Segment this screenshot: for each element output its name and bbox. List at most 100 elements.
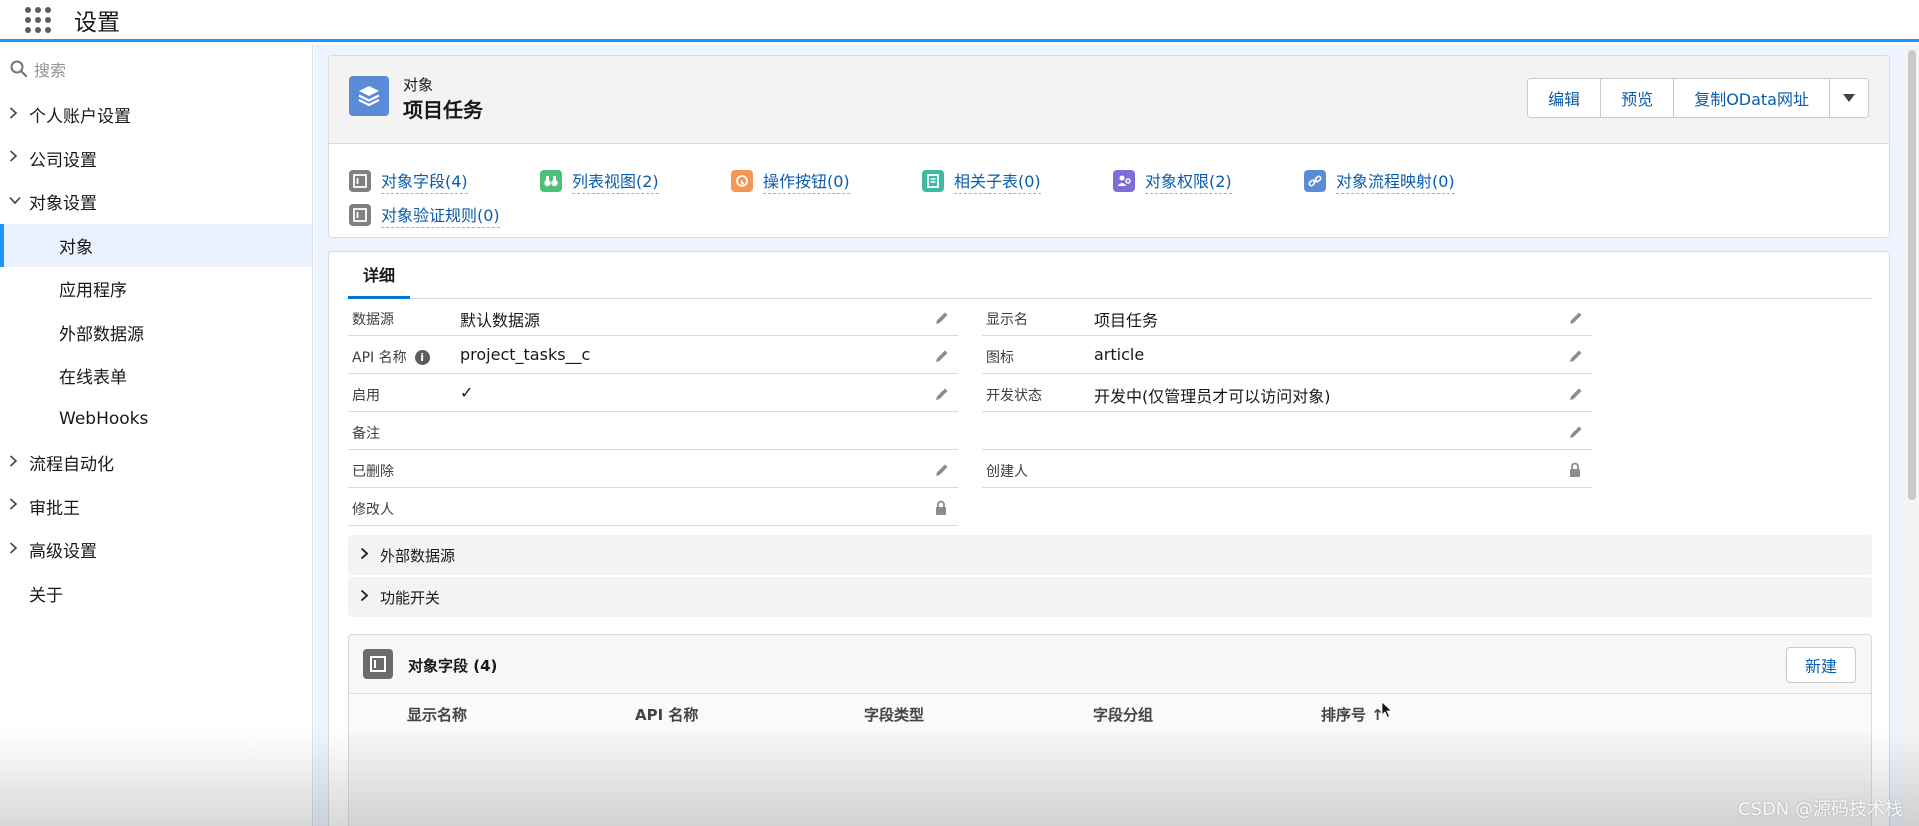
page-title: 项目任务 (403, 98, 483, 122)
field-label: 开发状态 (986, 385, 1042, 405)
sidebar-item-label: 流程自动化 (29, 455, 114, 476)
sidebar-item-label: 对象设置 (29, 194, 97, 215)
related-link[interactable]: 对象字段(4) (349, 168, 468, 194)
related-link[interactable]: 对象验证规则(0) (349, 202, 500, 228)
preview-button[interactable]: 预览 (1601, 79, 1675, 117)
info-icon[interactable]: i (414, 349, 430, 365)
sidebar-item[interactable]: 对象 (0, 223, 312, 267)
field-label: 图标 (986, 347, 1014, 367)
related-link-label: 相关子表(0) (954, 168, 1041, 194)
field-label: 已删除 (352, 461, 394, 481)
chevron-right-icon[interactable] (0, 107, 29, 123)
related-link-label: 对象字段(4) (381, 168, 468, 194)
new-button[interactable]: 新建 (1785, 647, 1856, 683)
field-label-text: 显示名 (986, 312, 1028, 328)
field-value: 默认数据源 (460, 311, 541, 330)
app-title: 设置 (74, 9, 120, 36)
copy-odata-url-button[interactable]: 复制OData网址 (1674, 79, 1830, 117)
field-label: 修改人 (352, 499, 394, 519)
section-feature-switch[interactable]: 功能开关 (348, 577, 1872, 617)
sidebar-item[interactable]: 审批王 (0, 485, 312, 529)
pencil-icon[interactable] (1568, 386, 1584, 402)
more-actions-button[interactable] (1830, 79, 1868, 117)
related-link[interactable]: 列表视图(2) (540, 168, 659, 194)
chevron-right-icon[interactable] (0, 455, 29, 471)
related-link[interactable]: 对象权限(2) (1113, 168, 1232, 194)
pencil-icon[interactable] (1568, 348, 1584, 364)
related-link[interactable]: 对象流程映射(0) (1304, 168, 1455, 194)
sidebar-item[interactable]: 关于 (0, 572, 312, 616)
pencil-icon[interactable] (934, 348, 950, 364)
sidebar-item[interactable]: 公司设置 (0, 137, 312, 181)
watermark: CSDN @源码技术栈 (1737, 799, 1903, 820)
chevron-right-icon[interactable] (0, 498, 29, 514)
related-link[interactable]: 操作按钮(0) (731, 168, 850, 194)
link-icon (1304, 170, 1326, 192)
sidebar-item[interactable]: 流程自动化 (0, 441, 312, 485)
edit-button[interactable]: 编辑 (1528, 79, 1602, 117)
pencil-icon[interactable] (1568, 310, 1584, 326)
column-header[interactable]: API 名称 (635, 704, 698, 725)
field-label-text: 创建人 (986, 464, 1028, 480)
detail-field (982, 412, 1592, 450)
app-launcher-icon[interactable] (25, 6, 53, 34)
chevron-down-icon[interactable] (0, 194, 29, 209)
section-external-datasource[interactable]: 外部数据源 (348, 535, 1872, 575)
scrollbar-thumb[interactable] (1908, 50, 1916, 500)
related-link-label: 对象权限(2) (1145, 168, 1232, 194)
related-link-label: 对象流程映射(0) (1336, 168, 1455, 194)
column-header[interactable]: 字段类型 (864, 704, 924, 725)
sidebar-item-label: 关于 (29, 585, 63, 606)
detail-field: API 名称 i project_tasks__c (348, 336, 958, 374)
pencil-icon[interactable] (1568, 424, 1584, 440)
sidebar-item-label: 公司设置 (29, 150, 97, 171)
field-label: 数据源 (352, 309, 394, 329)
search-placeholder: 搜索 (34, 61, 67, 80)
sidebar-item[interactable]: WebHooks (0, 398, 312, 442)
sidebar-item-label: 对象 (59, 237, 93, 258)
pencil-icon[interactable] (934, 462, 950, 478)
field-label-text: 开发状态 (986, 388, 1042, 404)
sidebar-item[interactable]: 外部数据源 (0, 311, 312, 355)
lock-icon (934, 500, 950, 516)
chevron-right-icon (348, 588, 380, 606)
chevron-right-icon[interactable] (0, 150, 29, 166)
sidebar-item[interactable]: 在线表单 (0, 354, 312, 398)
sidebar-item[interactable]: 个人账户设置 (0, 93, 312, 137)
field-label-text: 启用 (352, 388, 380, 404)
column-header[interactable]: 显示名称 (407, 704, 467, 725)
chevron-right-icon (348, 546, 380, 564)
sidebar-item[interactable]: 高级设置 (0, 528, 312, 572)
chevron-right-icon[interactable] (0, 542, 29, 558)
lock-icon (1568, 462, 1584, 478)
field-label-text: 已删除 (352, 464, 394, 480)
sidebar-search[interactable]: 搜索 (0, 45, 312, 93)
validation-rule-icon (349, 204, 371, 226)
field-label: 备注 (352, 423, 380, 443)
sidebar-item-label: 应用程序 (59, 281, 127, 302)
pencil-icon[interactable] (934, 310, 950, 326)
binoculars-icon (540, 170, 562, 192)
related-link-label: 列表视图(2) (572, 168, 659, 194)
sidebar-item[interactable]: 应用程序 (0, 267, 312, 311)
related-link[interactable]: 相关子表(0) (922, 168, 1041, 194)
tab-detail[interactable]: 详细 (348, 252, 410, 299)
field-icon (363, 649, 393, 679)
field-label: API 名称 i (352, 347, 430, 367)
sidebar-item-label: 个人账户设置 (29, 107, 131, 128)
related-link-label: 操作按钮(0) (763, 168, 850, 194)
sidebar-item-label: 外部数据源 (59, 324, 144, 345)
scrollbar[interactable] (1905, 45, 1919, 826)
sidebar-item[interactable]: 对象设置 (0, 180, 312, 224)
section-label: 功能开关 (380, 588, 441, 607)
header-actions: 编辑 预览 复制OData网址 (1527, 78, 1869, 118)
sidebar: 搜索 个人账户设置 公司设置对象设置对象应用程序外部数据源在线表单 WebHooks… (0, 45, 313, 826)
main-content: 对象 项目任务 编辑 预览 复制OData网址 对象字段(4) 列表视图(2) 操作… (314, 45, 1905, 826)
object-type-label: 对象 (403, 76, 434, 94)
field-label-text: API 名称 (352, 350, 407, 366)
pencil-icon[interactable] (934, 386, 950, 402)
sidebar-item-label: WebHooks (59, 409, 149, 430)
column-header[interactable]: 排序号 ↑ (1321, 704, 1384, 725)
caret-down-icon (1843, 94, 1855, 102)
column-header[interactable]: 字段分组 (1093, 704, 1153, 725)
